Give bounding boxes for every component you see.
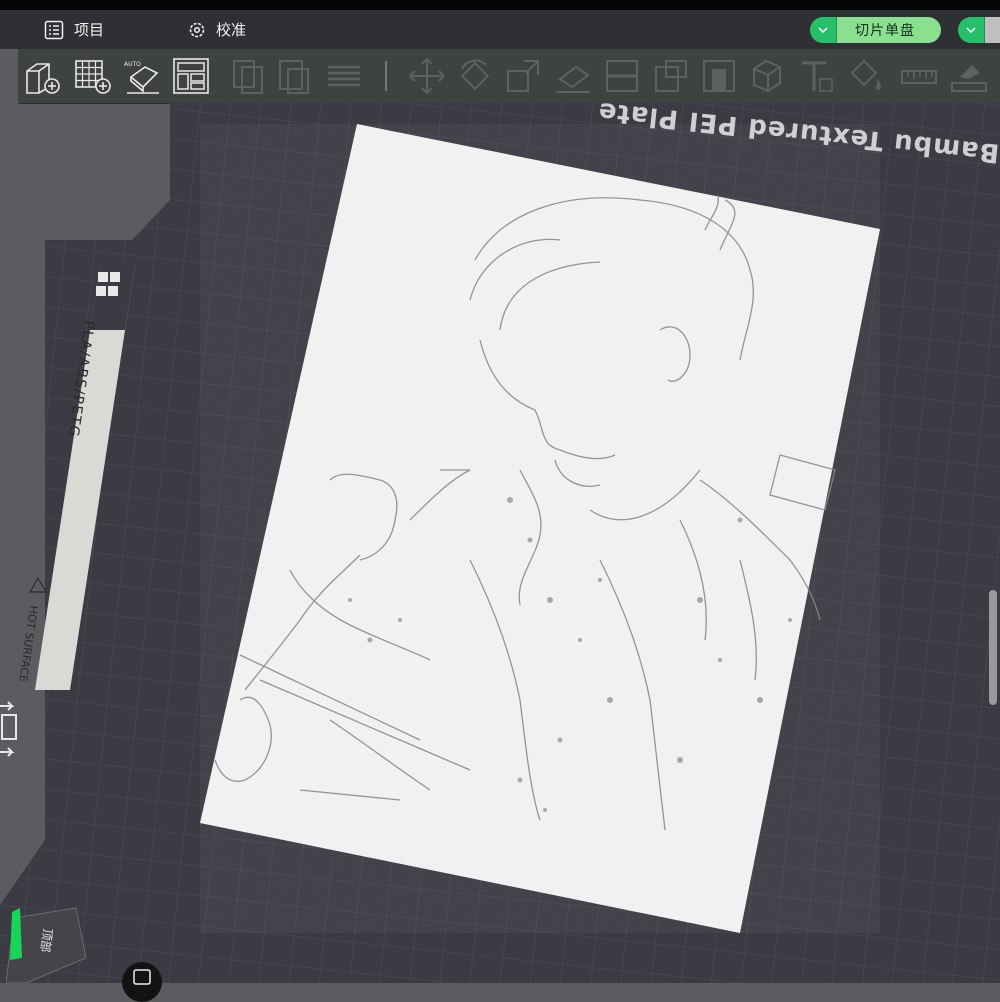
print-plate-group — [958, 17, 1000, 43]
arrange-icon[interactable] — [172, 57, 210, 95]
layers-icon[interactable] — [326, 57, 364, 95]
copy-icon[interactable] — [230, 57, 268, 95]
left-edge-icons — [0, 701, 17, 757]
menu-project[interactable]: 项目 — [44, 10, 104, 49]
print-plate-button[interactable] — [985, 17, 1000, 43]
move-icon[interactable] — [408, 57, 446, 95]
paste-icon[interactable] — [276, 57, 314, 95]
window-top-strip — [0, 0, 1000, 10]
cut-icon[interactable] — [603, 57, 641, 95]
menu-calibrate-label: 校准 — [216, 21, 247, 39]
toolbar-separator — [385, 61, 387, 91]
warning-icon — [28, 576, 48, 593]
slice-plate-button[interactable]: 切片单盘 — [837, 17, 941, 43]
text-icon[interactable] — [798, 57, 836, 95]
auto-orient-icon[interactable]: AUTO — [123, 57, 161, 95]
add-cube-icon[interactable] — [23, 57, 61, 95]
paint-icon[interactable] — [848, 57, 886, 95]
3d-viewport[interactable]: PLA/ABS/PETG HOT SURFACE Bambu Textured … — [0, 103, 1000, 983]
camera-view-button[interactable] — [122, 962, 162, 1002]
chevron-down-icon — [966, 27, 976, 33]
cube-icon[interactable] — [748, 57, 786, 95]
seam-icon[interactable] — [700, 57, 738, 95]
print-dropdown-button[interactable] — [958, 17, 985, 43]
chevron-down-icon — [818, 27, 828, 33]
svg-text:AUTO: AUTO — [124, 61, 141, 68]
support-icon[interactable] — [652, 57, 690, 95]
object-toolbar: AUTO — [18, 49, 1000, 104]
camera-icon — [133, 969, 151, 985]
view-cube[interactable]: 顶部 y — [6, 898, 86, 983]
assembly-icon[interactable] — [950, 57, 988, 95]
add-plate-icon[interactable] — [74, 57, 112, 95]
top-menu-bar: 项目 校准 切片单盘 — [0, 10, 1000, 49]
rotate-icon[interactable] — [456, 57, 494, 95]
slice-plate-group: 切片单盘 — [810, 17, 941, 43]
measure-icon[interactable] — [900, 57, 938, 95]
menu-project-label: 项目 — [74, 21, 105, 39]
slice-dropdown-button[interactable] — [810, 17, 837, 43]
plate-warning-label: HOT SURFACE — [16, 605, 40, 683]
menu-calibrate[interactable]: 校准 — [188, 10, 246, 49]
viewport-scrollbar[interactable] — [989, 590, 997, 705]
lay-on-face-icon[interactable] — [554, 57, 592, 95]
scale-icon[interactable] — [504, 57, 542, 95]
list-icon — [44, 20, 64, 39]
view-cube-axis-x — [10, 908, 22, 960]
gear-icon — [189, 22, 205, 37]
